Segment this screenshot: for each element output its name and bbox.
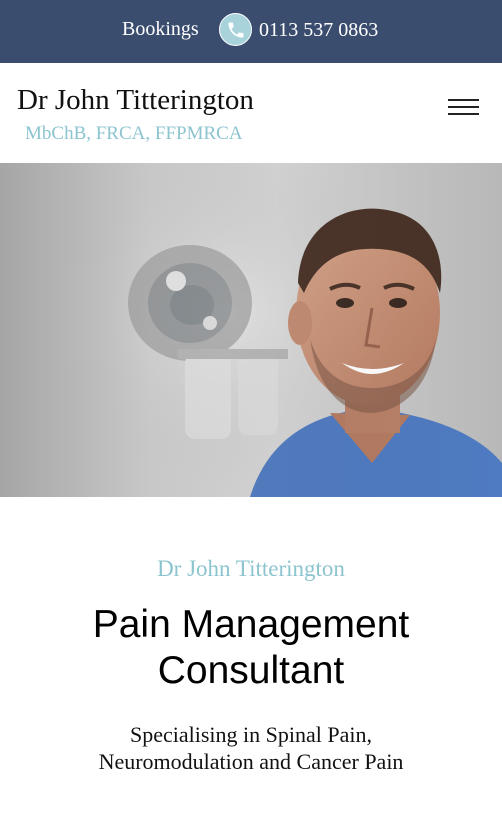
bookings-link[interactable]: Bookings bbox=[122, 17, 199, 41]
hamburger-menu-icon[interactable] bbox=[448, 99, 480, 117]
headline-line-1: Pain Management bbox=[92, 603, 410, 646]
portrait-illustration bbox=[0, 163, 502, 497]
site-qualifications: MbChB, FRCA, FFPMRCA bbox=[25, 123, 243, 144]
site-title[interactable]: Dr John Titterington bbox=[17, 83, 254, 117]
specialisms-tagline: Specialising in Spinal Pain, Neuromodula… bbox=[98, 722, 404, 774]
doctor-name-eyebrow: Dr John Titterington bbox=[157, 556, 345, 581]
phone-icon bbox=[219, 13, 252, 46]
page-headline: Pain Management Consultant bbox=[0, 602, 502, 694]
headline-line-2: Consultant bbox=[157, 649, 345, 692]
phone-link[interactable]: 0113 537 0863 bbox=[219, 12, 378, 47]
hero-portrait-photo bbox=[0, 163, 502, 497]
top-bar: Bookings 0113 537 0863 bbox=[0, 0, 502, 63]
phone-number: 0113 537 0863 bbox=[259, 18, 379, 41]
site-header: Dr John Titterington MbChB, FRCA, FFPMRC… bbox=[0, 63, 502, 163]
